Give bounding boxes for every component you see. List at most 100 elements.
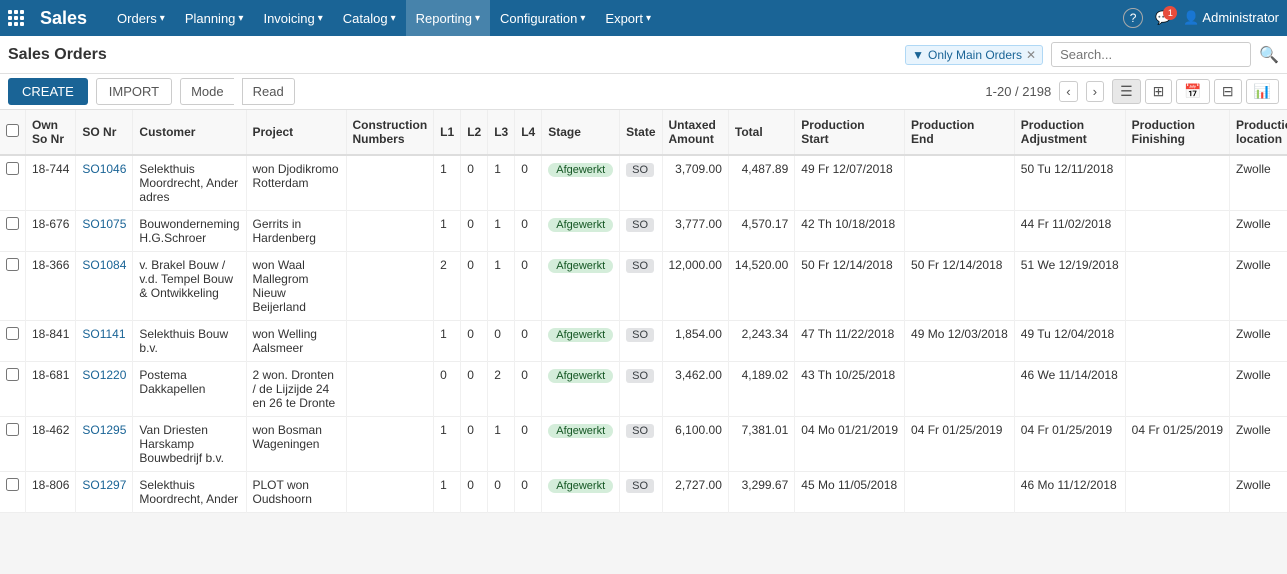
col-production-end[interactable]: ProductionEnd xyxy=(905,110,1015,155)
row-checkbox-cell[interactable] xyxy=(0,211,26,252)
cell-construction-numbers xyxy=(346,321,434,362)
user-avatar[interactable]: 👤 Administrator xyxy=(1183,10,1279,26)
calendar-view-button[interactable]: 📅 xyxy=(1176,79,1209,104)
cell-stage: Afgewerkt xyxy=(542,211,620,252)
pagination-prev[interactable]: ‹ xyxy=(1059,81,1077,102)
create-button[interactable]: CREATE xyxy=(8,78,88,105)
cell-stage: Afgewerkt xyxy=(542,472,620,513)
col-construction-numbers[interactable]: ConstructionNumbers xyxy=(346,110,434,155)
cell-so-nr[interactable]: SO1297 xyxy=(76,472,133,513)
select-all-checkbox[interactable] xyxy=(6,124,19,137)
chevron-down-icon: ▾ xyxy=(318,13,323,24)
pagination-next[interactable]: › xyxy=(1086,81,1104,102)
col-l2[interactable]: L2 xyxy=(461,110,488,155)
cell-so-nr[interactable]: SO1046 xyxy=(76,155,133,211)
col-total[interactable]: Total xyxy=(728,110,794,155)
table-row[interactable]: 18-841 SO1141 Selekthuis Bouw b.v. won W… xyxy=(0,321,1287,362)
row-checkbox[interactable] xyxy=(6,368,19,381)
nav-orders[interactable]: Orders ▾ xyxy=(107,0,175,36)
col-production-start[interactable]: ProductionStart xyxy=(795,110,905,155)
col-untaxed-amount[interactable]: UntaxedAmount xyxy=(662,110,728,155)
table-row[interactable]: 18-744 SO1046 Selekthuis Moordrecht, And… xyxy=(0,155,1287,211)
row-checkbox[interactable] xyxy=(6,423,19,436)
nav-planning[interactable]: Planning ▾ xyxy=(175,0,254,36)
row-checkbox-cell[interactable] xyxy=(0,362,26,417)
cell-l4: 0 xyxy=(515,211,542,252)
cell-l2: 0 xyxy=(461,211,488,252)
cell-total: 4,570.17 xyxy=(728,211,794,252)
col-own-so-nr[interactable]: OwnSo Nr xyxy=(26,110,76,155)
cell-l1: 1 xyxy=(434,417,461,472)
app-grid-icon[interactable] xyxy=(8,10,24,26)
help-icon[interactable]: ? xyxy=(1123,8,1143,28)
row-checkbox-cell[interactable] xyxy=(0,321,26,362)
cell-so-nr[interactable]: SO1220 xyxy=(76,362,133,417)
table-row[interactable]: 18-676 SO1075 Bouwonderneming H.G.Schroe… xyxy=(0,211,1287,252)
filter-tag: ▼ Only Main Orders ✕ xyxy=(905,45,1043,65)
chat-icon[interactable]: 💬 1 xyxy=(1155,10,1171,26)
search-input[interactable] xyxy=(1051,42,1251,67)
cell-so-nr[interactable]: SO1295 xyxy=(76,417,133,472)
col-checkbox[interactable] xyxy=(0,110,26,155)
cell-construction-numbers xyxy=(346,252,434,321)
app-name[interactable]: Sales xyxy=(40,8,87,29)
nav-catalog[interactable]: Catalog ▾ xyxy=(333,0,406,36)
cell-so-nr[interactable]: SO1075 xyxy=(76,211,133,252)
grid-view-button[interactable]: ⊟ xyxy=(1214,79,1242,104)
nav-configuration[interactable]: Configuration ▾ xyxy=(490,0,595,36)
cell-customer: Selekthuis Moordrecht, Ander xyxy=(133,472,246,513)
table-row[interactable]: 18-681 SO1220 Postema Dakkapellen 2 won.… xyxy=(0,362,1287,417)
kanban-view-button[interactable]: ⊞ xyxy=(1145,79,1173,104)
row-checkbox[interactable] xyxy=(6,327,19,340)
nav-reporting[interactable]: Reporting ▾ xyxy=(406,0,490,36)
list-view-button[interactable]: ☰ xyxy=(1112,79,1141,104)
filter-close-icon[interactable]: ✕ xyxy=(1026,48,1036,62)
col-l1[interactable]: L1 xyxy=(434,110,461,155)
import-button[interactable]: IMPORT xyxy=(96,78,172,105)
cell-l4: 0 xyxy=(515,417,542,472)
col-stage[interactable]: Stage xyxy=(542,110,620,155)
row-checkbox-cell[interactable] xyxy=(0,472,26,513)
table-row[interactable]: 18-462 SO1295 Van Driesten Harskamp Bouw… xyxy=(0,417,1287,472)
cell-production-end: 50 Fr 12/14/2018 xyxy=(905,252,1015,321)
pagination-info: 1-20 / 2198 xyxy=(985,84,1051,99)
cell-total: 2,243.34 xyxy=(728,321,794,362)
row-checkbox[interactable] xyxy=(6,217,19,230)
col-project[interactable]: Project xyxy=(246,110,346,155)
row-checkbox[interactable] xyxy=(6,478,19,491)
col-so-nr[interactable]: SO Nr xyxy=(76,110,133,155)
row-checkbox-cell[interactable] xyxy=(0,155,26,211)
cell-l1: 0 xyxy=(434,362,461,417)
col-state[interactable]: State xyxy=(620,110,662,155)
cell-stage: Afgewerkt xyxy=(542,252,620,321)
search-icon[interactable]: 🔍 xyxy=(1259,45,1279,65)
cell-so-nr[interactable]: SO1141 xyxy=(76,321,133,362)
nav-export[interactable]: Export ▾ xyxy=(595,0,661,36)
row-checkbox[interactable] xyxy=(6,162,19,175)
col-production-finishing[interactable]: ProductionFinishing xyxy=(1125,110,1229,155)
cell-so-nr[interactable]: SO1084 xyxy=(76,252,133,321)
col-production-adjustment[interactable]: ProductionAdjustment xyxy=(1014,110,1125,155)
col-l4[interactable]: L4 xyxy=(515,110,542,155)
row-checkbox-cell[interactable] xyxy=(0,252,26,321)
cell-l3: 1 xyxy=(488,155,515,211)
nav-invoicing[interactable]: Invoicing ▾ xyxy=(253,0,332,36)
mode-button[interactable]: Mode xyxy=(180,78,234,105)
row-checkbox[interactable] xyxy=(6,258,19,271)
cell-production-end xyxy=(905,472,1015,513)
cell-l4: 0 xyxy=(515,252,542,321)
cell-customer: Selekthuis Moordrecht, Ander adres xyxy=(133,155,246,211)
cell-total: 4,189.02 xyxy=(728,362,794,417)
col-customer[interactable]: Customer xyxy=(133,110,246,155)
cell-customer: Selekthuis Bouw b.v. xyxy=(133,321,246,362)
read-button[interactable]: Read xyxy=(242,78,295,105)
cell-total: 3,299.67 xyxy=(728,472,794,513)
cell-own-so-nr: 18-841 xyxy=(26,321,76,362)
chart-view-button[interactable]: 📊 xyxy=(1246,79,1279,104)
col-l3[interactable]: L3 xyxy=(488,110,515,155)
table-row[interactable]: 18-366 SO1084 v. Brakel Bouw / v.d. Temp… xyxy=(0,252,1287,321)
table-row[interactable]: 18-806 SO1297 Selekthuis Moordrecht, And… xyxy=(0,472,1287,513)
row-checkbox-cell[interactable] xyxy=(0,417,26,472)
col-production-location[interactable]: Productionlocation xyxy=(1230,110,1287,155)
cell-production-adjustment: 44 Fr 11/02/2018 xyxy=(1014,211,1125,252)
